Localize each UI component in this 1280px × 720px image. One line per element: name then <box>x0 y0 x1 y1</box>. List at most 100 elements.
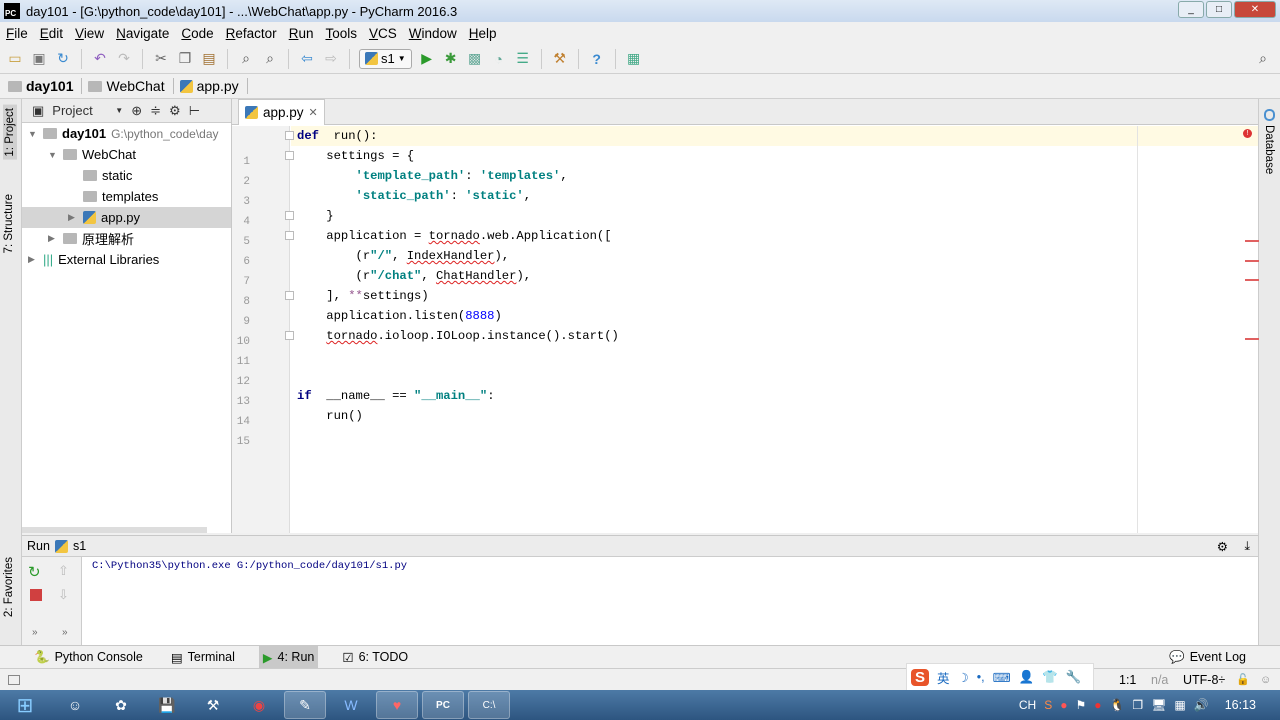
ime-toolbar[interactable]: S 英 ☽ •, ⌨ 👤 👕 🔧 <box>906 663 1094 691</box>
fold-marker-icon[interactable] <box>285 231 294 240</box>
fold-marker-icon[interactable] <box>285 331 294 340</box>
help-icon[interactable]: ? <box>588 50 606 68</box>
qq-icon[interactable]: 🐧 <box>1109 698 1124 712</box>
profile-icon[interactable]: ◔ <box>490 50 508 68</box>
settings-icon[interactable]: ⚒ <box>551 50 569 68</box>
undo-icon[interactable]: ↶ <box>91 50 109 68</box>
lock-icon[interactable]: 🔓 <box>1236 673 1250 686</box>
expand-arrow-icon[interactable]: ▶ <box>68 212 78 223</box>
menu-help[interactable]: Help <box>469 26 497 41</box>
paste-icon[interactable]: ▤ <box>200 50 218 68</box>
sdk-manager-icon[interactable]: ▦ <box>625 50 643 68</box>
expand-arrow-icon[interactable]: ▶ <box>28 254 38 265</box>
taskbar-app-chrome[interactable]: ◉ <box>238 691 280 719</box>
menu-refactor[interactable]: Refactor <box>226 26 277 41</box>
tray-icon[interactable]: ⚑ <box>1075 698 1086 712</box>
stop-icon[interactable] <box>30 589 42 601</box>
tab-structure[interactable]: 7: Structure <box>3 194 15 253</box>
horizontal-scrollbar[interactable] <box>22 527 207 533</box>
more-icon[interactable]: » <box>62 627 68 638</box>
gear-icon[interactable]: ⚙ <box>169 103 181 119</box>
rerun-icon[interactable]: ↻ <box>28 563 41 581</box>
debug-icon[interactable]: ✱ <box>442 50 460 68</box>
ime-mode[interactable]: 英 <box>937 668 950 687</box>
sync-icon[interactable]: ↻ <box>54 50 72 68</box>
tab-todo[interactable]: ☑ 6: TODO <box>338 646 412 669</box>
menu-window[interactable]: Window <box>409 26 457 41</box>
breadcrumb-app-py[interactable]: app.py <box>179 78 248 94</box>
menu-tools[interactable]: Tools <box>325 26 357 41</box>
menu-code[interactable]: Code <box>181 26 213 41</box>
up-icon[interactable]: ⇧ <box>58 563 69 579</box>
line-separator[interactable]: n/a <box>1151 673 1168 687</box>
tree-item[interactable]: templates <box>22 186 231 207</box>
fold-marker-icon[interactable] <box>285 151 294 160</box>
sogou-tray-icon[interactable]: S <box>1044 698 1052 712</box>
menu-view[interactable]: View <box>75 26 104 41</box>
tree-item[interactable]: ▶ ||| External Libraries <box>22 249 231 270</box>
cut-icon[interactable]: ✂ <box>152 50 170 68</box>
down-icon[interactable]: ⇩ <box>58 587 69 603</box>
replace-icon[interactable]: ⌕ <box>261 50 279 68</box>
network-icon[interactable]: 🖥 <box>1151 698 1166 712</box>
fold-marker-icon[interactable] <box>285 131 294 140</box>
coverage-icon[interactable]: ▩ <box>466 50 484 68</box>
search-icon[interactable]: ⌕ <box>1254 50 1272 68</box>
locate-icon[interactable]: ⊕ <box>131 103 142 119</box>
menu-edit[interactable]: Edit <box>40 26 63 41</box>
more-icon[interactable]: » <box>32 627 38 638</box>
taskbar-app-word[interactable]: W <box>330 691 372 719</box>
maximize-button[interactable]: □ <box>1206 1 1232 18</box>
tab-app-py[interactable]: app.py ✕ <box>238 99 325 125</box>
tab-terminal[interactable]: ▤ Terminal <box>167 646 239 669</box>
close-tab-icon[interactable]: ✕ <box>309 106 318 119</box>
breadcrumb-webchat[interactable]: WebChat <box>88 78 174 94</box>
expand-arrow-icon[interactable]: ▼ <box>48 150 58 160</box>
tab-python-console[interactable]: 🐍 Python Console <box>30 646 147 669</box>
concurrency-icon[interactable]: ☰ <box>514 50 532 68</box>
forward-icon[interactable]: ⇨ <box>322 50 340 68</box>
tray-icon[interactable]: ● <box>1060 698 1067 712</box>
minimize-panel-icon[interactable]: ⤓ <box>1244 539 1250 554</box>
fold-marker-icon[interactable] <box>285 211 294 220</box>
menu-navigate[interactable]: Navigate <box>116 26 169 41</box>
expand-arrow-icon[interactable]: ▼ <box>28 129 38 139</box>
run-icon[interactable]: ▶ <box>418 50 436 68</box>
tree-item[interactable]: static <box>22 165 231 186</box>
fold-marker-icon[interactable] <box>285 291 294 300</box>
tab-run[interactable]: ▶ 4: Run <box>258 645 319 669</box>
tab-project[interactable]: 1: Project <box>3 105 17 160</box>
tab-favorites[interactable]: 2: Favorites <box>3 557 15 617</box>
clock[interactable]: 16:13 <box>1225 698 1256 712</box>
menu-file[interactable]: File <box>6 26 28 41</box>
run-config-select[interactable]: s1 ▼ <box>359 48 412 69</box>
run-output[interactable]: C:\Python35\python.exe G:/python_code/da… <box>82 557 1258 645</box>
menu-run[interactable]: Run <box>289 26 314 41</box>
redo-icon[interactable]: ↷ <box>115 50 133 68</box>
expand-arrow-icon[interactable]: ▶ <box>48 233 58 244</box>
find-icon[interactable]: ⌕ <box>237 50 255 68</box>
close-button[interactable]: ✕ <box>1234 1 1276 18</box>
hide-icon[interactable]: ⊢ <box>189 103 200 119</box>
tray-icon[interactable]: ▦ <box>1174 698 1185 712</box>
start-button[interactable]: ⊞ <box>0 691 50 719</box>
taskbar-app-notepad[interactable]: ✎ <box>284 691 326 719</box>
taskbar-app-tool[interactable]: ⚒ <box>192 691 234 719</box>
volume-icon[interactable]: 🔊 <box>1194 698 1209 712</box>
copy-icon[interactable]: ❐ <box>176 50 194 68</box>
encoding-select[interactable]: UTF-8÷ <box>1183 673 1225 687</box>
taskbar-app-paint[interactable]: ✿ <box>100 691 142 719</box>
project-header[interactable]: Project <box>52 103 107 118</box>
taskbar-app-pycharm[interactable]: PC <box>422 691 464 719</box>
minimize-button[interactable]: _ <box>1178 1 1204 18</box>
toggle-tool-windows-icon[interactable] <box>8 674 20 685</box>
menu-vcs[interactable]: VCS <box>369 26 397 41</box>
tab-database[interactable]: Database <box>1263 125 1275 174</box>
gear-icon[interactable]: ⚙ <box>1217 539 1228 554</box>
back-icon[interactable]: ⇦ <box>298 50 316 68</box>
collapse-icon[interactable]: ≑ <box>150 103 161 119</box>
tree-item[interactable]: ▶ app.py <box>22 207 231 228</box>
event-log-button[interactable]: 💬 Event Log <box>1165 646 1250 669</box>
open-folder-icon[interactable]: ▭ <box>6 50 24 68</box>
tree-item[interactable]: ▼ day101 G:\python_code\day <box>22 123 231 144</box>
